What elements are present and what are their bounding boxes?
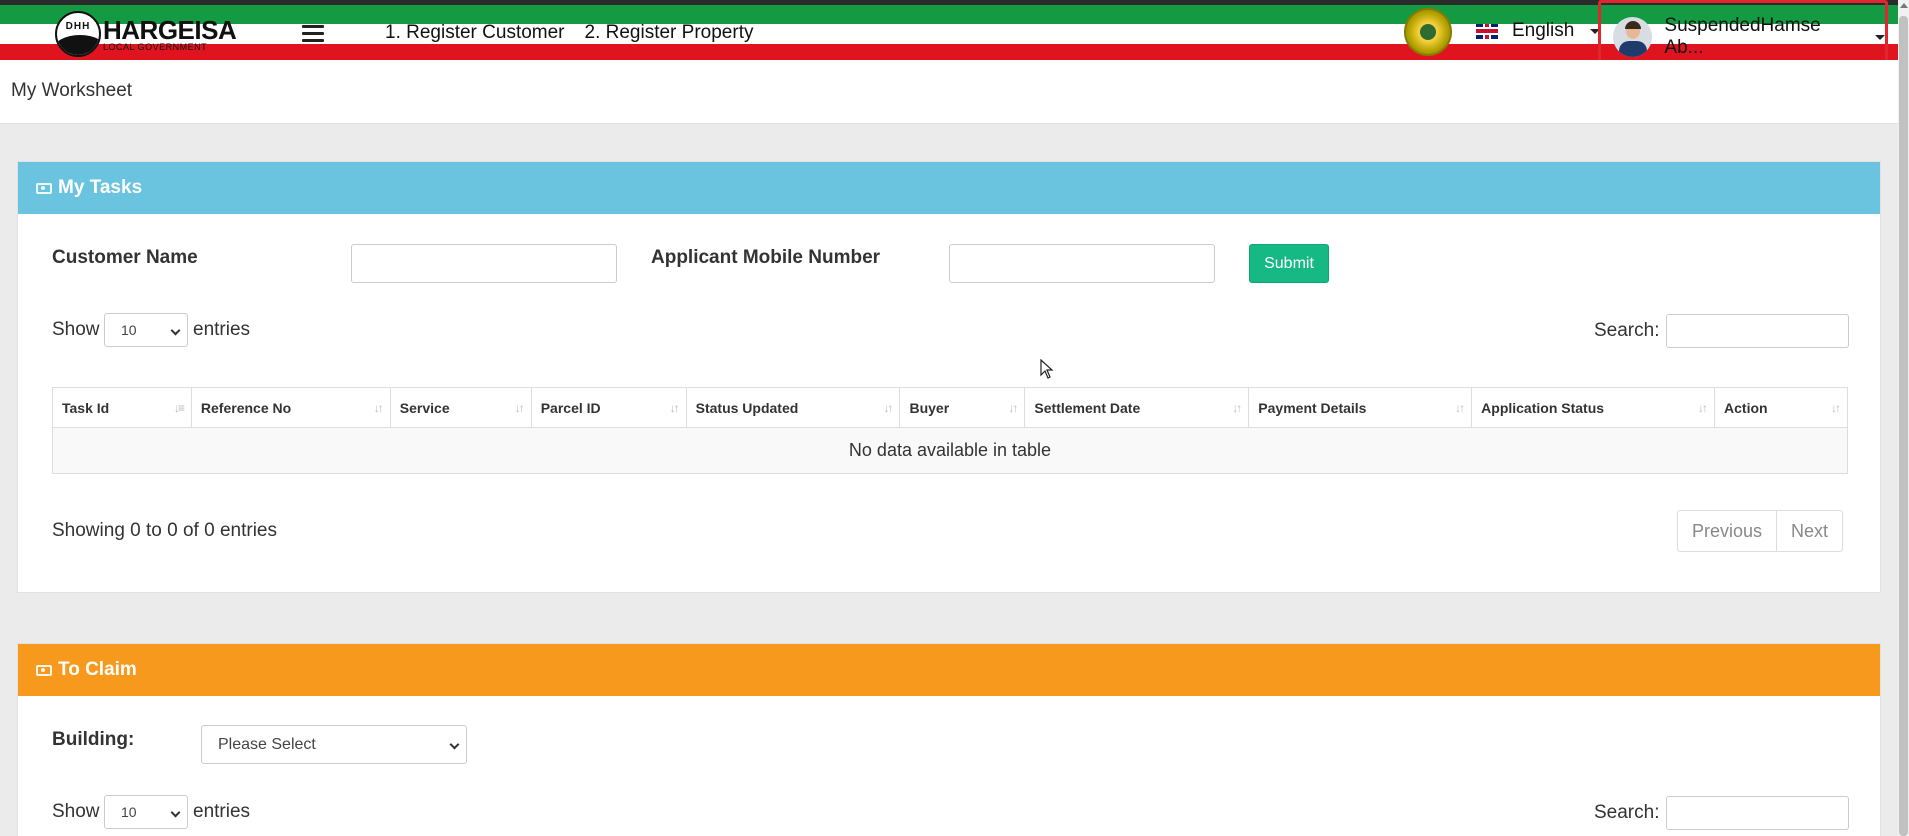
show-label: Show: [52, 319, 100, 340]
sort-icon: ↓↑: [1455, 401, 1465, 415]
column-header[interactable]: Settlement Date ↓↑: [1024, 387, 1250, 428]
nav-register-customer[interactable]: 1. Register Customer: [385, 22, 565, 44]
page-size-select[interactable]: 10: [104, 313, 188, 347]
chevron-down-icon: [1875, 34, 1885, 40]
page-header: My Worksheet: [0, 60, 1898, 124]
uk-flag-icon: [1476, 23, 1498, 39]
sort-icon: ↓↑: [1008, 401, 1018, 415]
entries-label: entries: [193, 319, 251, 340]
my-tasks-title: My Tasks: [58, 177, 143, 198]
sort-icon: ↓↑: [514, 401, 525, 415]
page-size-value: 10: [121, 322, 137, 338]
previous-button[interactable]: Previous: [1678, 511, 1776, 551]
language-label: English: [1512, 20, 1575, 41]
sort-icon: ↓↑: [1232, 401, 1242, 415]
column-header[interactable]: Task Id ↓≡: [52, 387, 192, 428]
tasks-table: Task Id ↓≡ Reference No ↓↑ Service ↓↑ Parce…: [52, 387, 1848, 474]
to-claim-panel: To Claim Building: Please Select Show 10…: [17, 643, 1881, 836]
search-input[interactable]: [1666, 796, 1849, 830]
logo-letters: DHH: [65, 21, 91, 32]
pagination: Previous Next: [1677, 510, 1844, 552]
scrollbar-thumb[interactable]: [1899, 16, 1908, 836]
to-claim-title: To Claim: [58, 659, 137, 680]
building-select[interactable]: Please Select: [201, 725, 467, 764]
logo-emblem-icon: DHH: [55, 11, 101, 57]
chevron-down-icon: [449, 739, 460, 750]
customer-name-input[interactable]: [351, 244, 617, 283]
sort-icon: ↓↑: [1831, 401, 1841, 415]
submit-button[interactable]: Submit: [1249, 244, 1329, 283]
logo-title: HARGEISA: [103, 14, 237, 45]
mobile-number-input[interactable]: [949, 244, 1215, 283]
my-tasks-header: My Tasks: [18, 162, 1880, 214]
camera-icon: [36, 664, 52, 676]
chevron-down-icon: [170, 807, 181, 818]
column-header[interactable]: Service ↓↑: [389, 387, 532, 428]
scroll-up-icon[interactable]: [1900, 3, 1908, 8]
page-size-select[interactable]: 10: [104, 795, 188, 829]
emblem-icon: [1404, 8, 1452, 56]
table-info: Showing 0 to 0 of 0 entries: [52, 520, 277, 541]
sort-icon: ↓≡: [173, 401, 185, 415]
to-claim-header: To Claim: [18, 644, 1880, 696]
user-menu[interactable]: SuspendedHamse Ab...: [1613, 15, 1885, 59]
empty-table-message: No data available in table: [52, 427, 1848, 474]
show-label: Show: [52, 801, 100, 822]
column-header[interactable]: Application Status ↓↑: [1471, 387, 1716, 428]
building-label: Building:: [52, 729, 135, 750]
avatar-icon: [1613, 17, 1653, 57]
nav-register-property[interactable]: 2. Register Property: [585, 22, 754, 44]
customer-name-label: Customer Name: [52, 247, 198, 268]
column-header[interactable]: Action ↓↑: [1714, 387, 1848, 428]
sort-icon: ↓↑: [373, 401, 384, 415]
column-header[interactable]: Parcel ID ↓↑: [530, 387, 687, 428]
sort-icon: ↓↑: [883, 401, 893, 415]
mobile-number-label: Applicant Mobile Number: [651, 247, 881, 268]
camera-icon: [36, 182, 52, 194]
chevron-down-icon: [170, 325, 181, 336]
search-label: Search:: [1594, 802, 1660, 823]
top-nav-links: 1. Register Customer 2. Register Propert…: [385, 22, 753, 44]
page-title: My Worksheet: [11, 80, 133, 101]
search-label: Search:: [1594, 320, 1660, 341]
top-navbar: DHH HARGEISA LOCAL GOVERNMENT 1. Registe…: [0, 0, 1909, 79]
column-header[interactable]: Payment Details ↓↑: [1248, 387, 1473, 428]
table-header-row: Task Id ↓≡ Reference No ↓↑ Service ↓↑ Parce…: [52, 387, 1848, 428]
next-button[interactable]: Next: [1776, 511, 1842, 551]
building-select-value: Please Select: [218, 735, 316, 753]
hargeisa-logo[interactable]: DHH HARGEISA LOCAL GOVERNMENT: [55, 10, 237, 58]
column-header[interactable]: Reference No ↓↑: [190, 387, 391, 428]
language-selector[interactable]: English: [1476, 20, 1601, 42]
menu-icon[interactable]: [302, 25, 324, 42]
column-header[interactable]: Status Updated ↓↑: [685, 387, 901, 428]
table-row: No data available in table: [52, 427, 1848, 474]
my-tasks-panel: My Tasks Customer Name Applicant Mobile …: [17, 161, 1881, 593]
page-size-value: 10: [121, 804, 137, 820]
entries-label: entries: [193, 801, 251, 822]
sort-icon: ↓↑: [1698, 401, 1708, 415]
page-scrollbar[interactable]: [1898, 0, 1909, 836]
sort-icon: ↓↑: [669, 401, 680, 415]
search-input[interactable]: [1666, 314, 1849, 348]
column-header[interactable]: Buyer ↓↑: [899, 387, 1026, 428]
user-name: SuspendedHamse Ab...: [1664, 15, 1821, 58]
